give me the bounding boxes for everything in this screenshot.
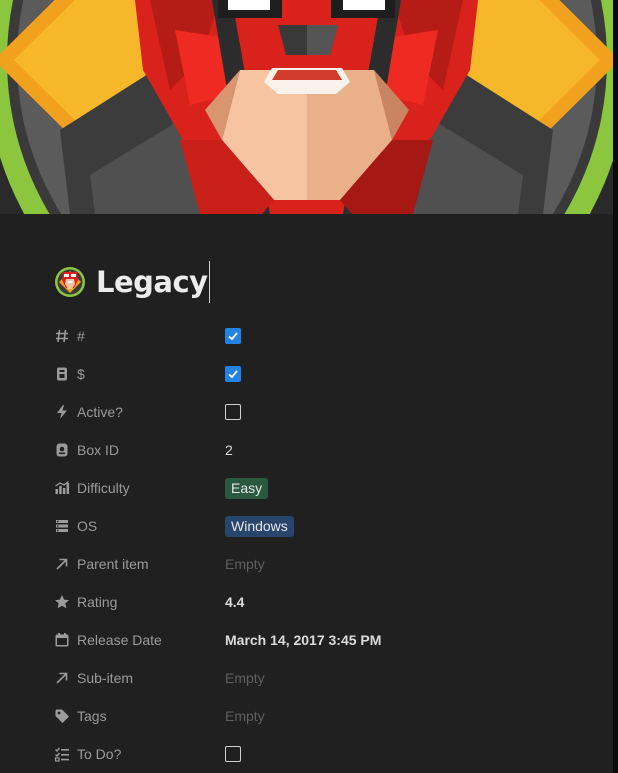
arrow-up-right-icon bbox=[54, 670, 70, 686]
property-name: Sub-item bbox=[77, 670, 134, 686]
property-value-difficulty[interactable]: Easy bbox=[225, 477, 269, 499]
property-row-difficulty: Difficulty Easy bbox=[54, 469, 594, 507]
property-label-box-id[interactable]: Box ID bbox=[54, 442, 225, 458]
property-label-release-date[interactable]: Release Date bbox=[54, 632, 225, 648]
dollar-badge-icon bbox=[54, 366, 70, 382]
text-cursor bbox=[208, 261, 211, 303]
property-label-active[interactable]: Active? bbox=[54, 404, 225, 420]
hash-icon bbox=[54, 328, 70, 344]
property-label-os[interactable]: OS bbox=[54, 518, 225, 534]
list-icon bbox=[54, 518, 70, 534]
check-icon bbox=[228, 370, 238, 379]
os-tag: Windows bbox=[225, 515, 294, 537]
property-name: OS bbox=[77, 518, 98, 534]
property-name: To Do? bbox=[77, 746, 122, 762]
property-label-todo[interactable]: To Do? bbox=[54, 746, 225, 762]
hash-checkbox[interactable] bbox=[225, 328, 241, 344]
window-edge bbox=[613, 0, 618, 773]
title-row: Legacy bbox=[54, 261, 211, 303]
parent-item-value[interactable]: Empty bbox=[225, 556, 265, 572]
property-value-os[interactable]: Windows bbox=[225, 515, 294, 537]
property-label-difficulty[interactable]: Difficulty bbox=[54, 480, 225, 496]
property-row-os: OS Windows bbox=[54, 507, 594, 545]
property-row-hash: # bbox=[54, 317, 594, 355]
property-label-rating[interactable]: Rating bbox=[54, 594, 225, 610]
properties-list: # $ Active? Box ID 2 Difficulty Easy OS … bbox=[54, 317, 594, 773]
property-name: $ bbox=[77, 366, 85, 382]
property-name: Tags bbox=[77, 708, 107, 724]
box-id-value[interactable]: 2 bbox=[225, 442, 233, 458]
property-value-active bbox=[225, 404, 241, 420]
property-row-sub-item: Sub-item Empty bbox=[54, 659, 594, 697]
star-icon bbox=[54, 594, 70, 610]
page-panel: Legacy # $ Active? Box ID 2 Difficulty E… bbox=[0, 0, 618, 773]
property-label-hash[interactable]: # bbox=[54, 328, 225, 344]
cover-illustration bbox=[0, 0, 613, 214]
property-label-tags[interactable]: Tags bbox=[54, 708, 225, 724]
rating-value[interactable]: 4.4 bbox=[225, 594, 244, 610]
property-row-rating: Rating 4.4 bbox=[54, 583, 594, 621]
checklist-icon bbox=[54, 746, 70, 762]
property-row-box-id: Box ID 2 bbox=[54, 431, 594, 469]
dollar-checkbox[interactable] bbox=[225, 366, 241, 382]
property-row-parent-item: Parent item Empty bbox=[54, 545, 594, 583]
property-row-tags: Tags Empty bbox=[54, 697, 594, 735]
calendar-icon bbox=[54, 632, 70, 648]
difficulty-tag: Easy bbox=[225, 477, 269, 499]
sub-item-value[interactable]: Empty bbox=[225, 670, 265, 686]
bar-chart-icon bbox=[54, 480, 70, 496]
property-value-dollar bbox=[225, 366, 241, 382]
property-value-hash bbox=[225, 328, 241, 344]
property-label-dollar[interactable]: $ bbox=[54, 366, 225, 382]
active-checkbox[interactable] bbox=[225, 404, 241, 420]
property-name: Release Date bbox=[77, 632, 162, 648]
tags-value[interactable]: Empty bbox=[225, 708, 265, 724]
check-icon bbox=[228, 332, 238, 341]
property-name: Difficulty bbox=[77, 480, 130, 496]
property-row-todo: To Do? bbox=[54, 735, 594, 773]
cover-image[interactable] bbox=[0, 0, 613, 214]
property-row-dollar: $ bbox=[54, 355, 594, 393]
property-value-todo bbox=[225, 746, 241, 762]
htb-avatar-icon[interactable] bbox=[54, 266, 86, 298]
todo-checkbox[interactable] bbox=[225, 746, 241, 762]
tag-icon bbox=[54, 708, 70, 724]
property-name: Parent item bbox=[77, 556, 149, 572]
property-name: Active? bbox=[77, 404, 123, 420]
property-row-release-date: Release Date March 14, 2017 3:45 PM bbox=[54, 621, 594, 659]
lightning-icon bbox=[54, 404, 70, 420]
release-date-value[interactable]: March 14, 2017 3:45 PM bbox=[225, 632, 381, 648]
property-row-active: Active? bbox=[54, 393, 594, 431]
page-title[interactable]: Legacy bbox=[96, 265, 208, 299]
property-name: Box ID bbox=[77, 442, 120, 458]
id-badge-icon bbox=[54, 442, 70, 458]
property-label-sub-item[interactable]: Sub-item bbox=[54, 670, 225, 686]
property-name: Rating bbox=[77, 594, 118, 610]
arrow-up-right-icon bbox=[54, 556, 70, 572]
property-label-parent-item[interactable]: Parent item bbox=[54, 556, 225, 572]
property-name: # bbox=[77, 328, 85, 344]
